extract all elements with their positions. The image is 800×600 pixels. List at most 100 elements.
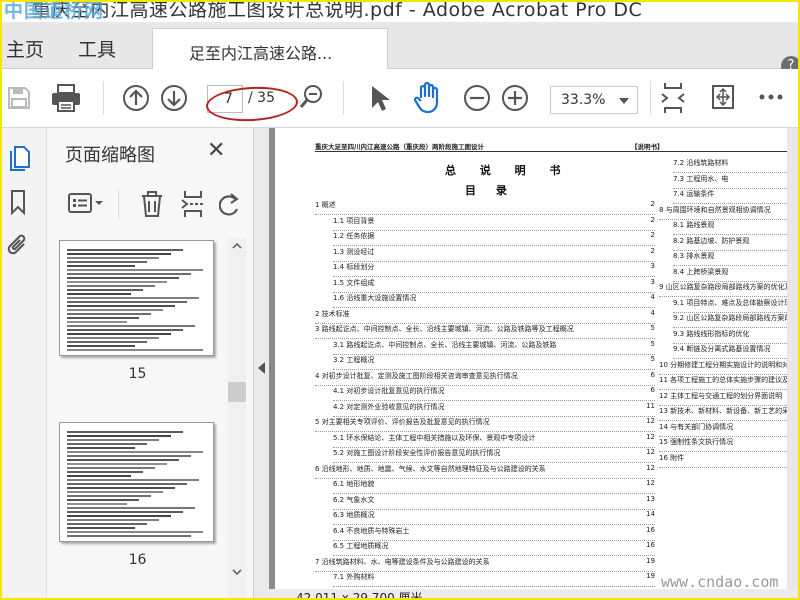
toc-entry[interactable]: 6.2 气象水文 13	[333, 494, 655, 510]
toc-entry[interactable]: 8 与周围环境和自然景观相协调情况	[659, 205, 798, 220]
toc-entry[interactable]: 10 分期修建工程分期实施设计的说明和对工程	[659, 360, 798, 375]
document-scrollbar[interactable]	[787, 128, 798, 598]
toc-entry[interactable]: 7.1 外购材料 19	[333, 572, 655, 587]
toc-entry[interactable]: 1.1 项目背景 2	[333, 215, 655, 231]
toc-entry[interactable]: 11 各项工程施工的总体实施步骤的建议及有	[659, 375, 798, 390]
toc-entry[interactable]: 1.6 沿线重大设施设置情况 4	[333, 293, 655, 308]
toc-entry[interactable]: 8.1 路线景观	[673, 220, 798, 235]
close-icon[interactable]: ✕	[207, 138, 225, 163]
zoom-out-button[interactable]	[462, 83, 492, 113]
toc-entry[interactable]: 3.2 工程概况 5	[333, 355, 655, 370]
toc-entry[interactable]: 8.2 路基边坡、防护景观	[673, 236, 798, 251]
toc-entry[interactable]: 4.1 对初步设计批复意见的执行情况 6	[333, 386, 655, 401]
thumbnail-text-line	[67, 257, 159, 259]
toc-entry[interactable]: 7 沿线筑路材料、水、电等建设条件及与公路建设的关系 19	[315, 556, 655, 572]
toc-entry[interactable]: 3 路线起讫点、中间控制点、全长、沿线主要城镇、河流、公路及铁路等及工程概况 5	[315, 324, 655, 339]
page-thumbnail[interactable]	[59, 422, 214, 542]
tab-home[interactable]: 主页	[6, 35, 44, 62]
toc-entry[interactable]: 9 山区公路复杂路段局部路线方案的优化及比选	[659, 282, 798, 297]
thumbnail-text-line	[67, 261, 147, 263]
rotate-icon	[219, 193, 239, 216]
toc-entry-text: 1.4 标段划分	[333, 263, 375, 271]
toc-entry-text: 1.3 测设经过	[333, 247, 375, 256]
collapse-panel-button[interactable]	[254, 128, 269, 598]
toc-entry-text: 1.1 项目背景	[333, 216, 375, 225]
toc-entry[interactable]: 6.5 工程地质概况 16	[333, 541, 655, 556]
bookmarks-nav-button[interactable]	[6, 188, 30, 216]
thumbnail-scrollbar[interactable]	[228, 238, 246, 598]
toc-entry[interactable]: 4.2 对定测外业验收意见的执行情况 11	[333, 401, 655, 417]
toc-entry[interactable]: 6.3 地质概况 14	[333, 510, 655, 525]
toc-entry[interactable]: 12 主体工程与交通工程的划分界面说明	[659, 391, 798, 406]
toc-entry[interactable]: 1.3 测设经过 2	[333, 246, 655, 262]
thumbnail-text-line	[67, 329, 183, 331]
document-view[interactable]: 重庆大足至四川内江高速公路（重庆段）两阶段施工图设计 【说明书】 总 说 明 书…	[269, 128, 798, 598]
toc-entry-text: 3 路线起讫点、中间控制点、全长、沿线主要城镇、河流、公路及铁路等及工程概况	[315, 325, 574, 333]
cursor-arrow-icon	[372, 86, 390, 111]
toc-entry-page: 5	[648, 324, 655, 332]
toc-entry[interactable]: 2 技术标准 4	[315, 308, 655, 324]
toc-entry[interactable]: 13 新技术、新材料、新设备、新工艺的采用	[659, 406, 798, 421]
toc-entry[interactable]: 3.1 路线起讫点、中间控制点、全长、沿线主要城镇、河流、公路及铁路 5	[333, 339, 655, 355]
thumbnail-list[interactable]: 15 16	[47, 238, 228, 598]
toc-entry[interactable]: 1.2 任务依据 2	[333, 231, 655, 246]
thumbnail-text-line	[67, 309, 163, 311]
save-button[interactable]	[5, 83, 33, 113]
toc-entry[interactable]: 9.4 断链及分离式路基设置情况	[673, 344, 798, 359]
toc-entry[interactable]: 4 对初步设计批复、定测及施工图阶段相关咨询审查意见执行情况 6	[315, 370, 655, 386]
page-thumbnail[interactable]	[59, 240, 214, 356]
more-tools-button[interactable]	[758, 89, 784, 105]
toc-entry-page: 16	[644, 525, 655, 534]
thumbnail-options-button[interactable]	[67, 188, 105, 218]
delete-pages-button[interactable]	[137, 188, 167, 220]
toc-entry[interactable]: 7.2 沿线筑路材料	[673, 158, 798, 173]
scrollbar-thumb[interactable]	[228, 382, 246, 402]
toc-entry[interactable]: 9.3 路线线形指标的优化	[673, 329, 798, 344]
toc-entry-page: 2	[648, 215, 655, 224]
tab-tools[interactable]: 工具	[78, 35, 116, 62]
print-button[interactable]	[48, 82, 84, 114]
toc-entry[interactable]: 5 对主要相关专项评价、评价报告及批复意见的执行情况 12	[315, 417, 655, 432]
attachments-nav-button[interactable]	[5, 231, 31, 261]
page-thumbnails-nav-button[interactable]	[6, 142, 34, 174]
thumbnail-text-line	[67, 491, 163, 493]
page-thumbnails-panel: 页面缩略图 ✕ 15 16	[47, 128, 254, 598]
select-tool-button[interactable]	[365, 83, 393, 115]
next-page-button[interactable]	[159, 83, 189, 113]
zoom-level-dropdown[interactable]: 33.3%	[550, 86, 638, 114]
toc-entry[interactable]: 1.5 文件组成 3	[333, 277, 655, 293]
page-header-right: 【说明书】	[631, 143, 664, 151]
hand-tool-button[interactable]	[410, 80, 446, 116]
toc-entry[interactable]: 9.1 项目特点、难点及总体勘察设计理念	[673, 298, 798, 313]
toc-entry-page: 5	[648, 339, 655, 348]
toc-entry[interactable]: 14 与有关部门协调情况	[659, 422, 798, 437]
toc-entry[interactable]: 1 概述 2	[315, 200, 655, 215]
zoom-in-button[interactable]	[500, 83, 530, 113]
toc-entry-text: 6.5 工程地质概况	[333, 542, 389, 550]
toc-entry[interactable]: 6.1 地形地貌 12	[333, 479, 655, 494]
toc-entry[interactable]: 7.4 运输条件	[673, 189, 798, 204]
toc-entry[interactable]: 5.2 对施工图设计阶段安全性评价报告意见的执行情况 12	[333, 448, 655, 463]
insert-pages-button[interactable]	[178, 188, 208, 220]
toc-entry[interactable]: 8.4 上跨桥梁景观	[673, 267, 798, 282]
thumbnail-text-line	[67, 527, 135, 529]
toc-entry[interactable]: 1.4 标段划分 3	[333, 262, 655, 277]
toc-entry[interactable]: 7.3 工程用水、电	[673, 174, 798, 189]
fit-page-icon	[661, 83, 685, 113]
zoom-marquee-button[interactable]	[297, 82, 325, 112]
rotate-page-button[interactable]	[217, 190, 243, 220]
fit-page-button[interactable]	[659, 81, 687, 115]
toc-entry[interactable]: 6.4 不良地质与特殊岩土 16	[333, 525, 655, 541]
toc-entry[interactable]: 15 强制性条文执行情况	[659, 437, 798, 452]
full-screen-button[interactable]	[709, 82, 737, 112]
toc-entry[interactable]: 9.2 山区公路复杂路段局部路线方案的优化	[673, 313, 798, 328]
plus-circle-icon	[502, 85, 528, 111]
thumbnail-text-line	[67, 459, 179, 461]
tab-document[interactable]: 足至内江高速公路...	[152, 28, 388, 70]
toc-entry[interactable]: 16 附件	[659, 453, 798, 468]
toc-entry[interactable]: 6 沿线地形、地质、地震、气候、水文等自然地理特征及与公路建设的关系 12	[315, 463, 655, 479]
arrow-down-circle-icon	[161, 85, 187, 111]
toc-entry[interactable]: 8.3 排水景观	[673, 251, 798, 266]
previous-page-button[interactable]	[121, 83, 151, 113]
toc-entry[interactable]: 5.1 环水保结论、主体工程中相关措施以及环保、景观中专项设计 12	[333, 432, 655, 448]
